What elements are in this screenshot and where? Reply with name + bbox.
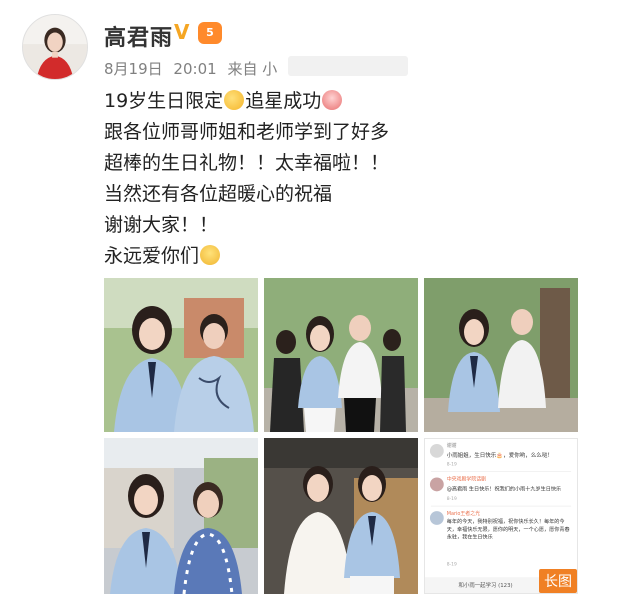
- photo-4[interactable]: [104, 438, 258, 594]
- photo-2[interactable]: [264, 278, 418, 432]
- avatar-image: [23, 15, 87, 79]
- user-name[interactable]: 高君雨: [104, 20, 173, 52]
- comment-1-time: 8-19: [447, 462, 457, 468]
- post-line-1b: 追星成功: [245, 90, 322, 112]
- comment-1-user: 谢谢: [447, 442, 457, 449]
- post-line-1a: 19岁生日限定: [104, 90, 224, 112]
- blurred-source: [288, 56, 408, 76]
- comment-3-user: Mario王者之光: [447, 510, 480, 517]
- comment-2-time: 8-19: [447, 496, 457, 502]
- post-source: 来自 小: [227, 60, 278, 78]
- photo-3-image: [424, 278, 578, 432]
- post-time[interactable]: 20:01: [173, 60, 216, 78]
- post-line-4: 当然还有各位超暖心的祝福: [104, 183, 333, 205]
- photo-3[interactable]: [424, 278, 578, 432]
- verified-icon: V: [174, 20, 190, 44]
- post-line-6-text: 永远爱你们: [104, 245, 200, 267]
- comment-3-time: 8-19: [447, 561, 457, 567]
- photo-5-image: [264, 438, 418, 594]
- post-line-1: 19岁生日限定 追星成功: [104, 86, 624, 117]
- comment-1-text: 小雨姐姐，生日快乐🎂，爱你哟，么么哒！: [447, 451, 553, 459]
- photo-6-comment-screenshot[interactable]: 谢谢 小雨姐姐，生日快乐🎂，爱你哟，么么哒！ 8-19 中央戏剧学院话剧 @高君…: [424, 438, 578, 594]
- screenshot-footer: 和小雨一起学习 (123): [459, 581, 513, 589]
- comment-2-user: 中央戏剧学院话剧: [447, 475, 486, 482]
- vip-level-badge: 5: [198, 22, 222, 44]
- photo-2-image: [264, 278, 418, 432]
- photo-1-image: [104, 278, 258, 432]
- post-line-5: 谢谢大家！！: [104, 214, 219, 236]
- comment-2-text: @高君雨 生日快乐！祝我们的小雨十九岁生日快乐: [447, 484, 561, 492]
- post-text: 19岁生日限定 追星成功 跟各位师哥师姐和老师学到了好多 超棒的生日礼物！！太幸福…: [104, 86, 624, 272]
- photo-1[interactable]: [104, 278, 258, 432]
- cake-emoji-icon: [322, 90, 343, 110]
- photo-5[interactable]: [264, 438, 418, 594]
- comment-3-text: 每年的今天，我特别祝福，祝你快乐长久！每年的今天，幸福快乐无限，愿你的明天，一个…: [446, 518, 570, 541]
- post-line-6: 永远爱你们: [104, 241, 624, 272]
- avatar[interactable]: [22, 14, 88, 80]
- post-meta: 8月19日 20:01 来自 小: [104, 58, 283, 79]
- photo-4-image: [104, 438, 258, 594]
- weibo-post-card: 高君雨 V 5 8月19日 20:01 来自 小 19岁生日限定 追星成功 跟各位…: [8, 6, 632, 598]
- long-image-badge: 长图: [539, 569, 577, 593]
- hug-emoji-icon: [200, 245, 221, 265]
- post-date: 8月19日: [104, 60, 163, 78]
- kiss-emoji-icon: [224, 90, 245, 110]
- post-line-3: 超棒的生日礼物！！太幸福啦！！: [104, 152, 390, 174]
- photo-grid: 谢谢 小雨姐姐，生日快乐🎂，爱你哟，么么哒！ 8-19 中央戏剧学院话剧 @高君…: [104, 278, 622, 594]
- post-line-2: 跟各位师哥师姐和老师学到了好多: [104, 121, 390, 143]
